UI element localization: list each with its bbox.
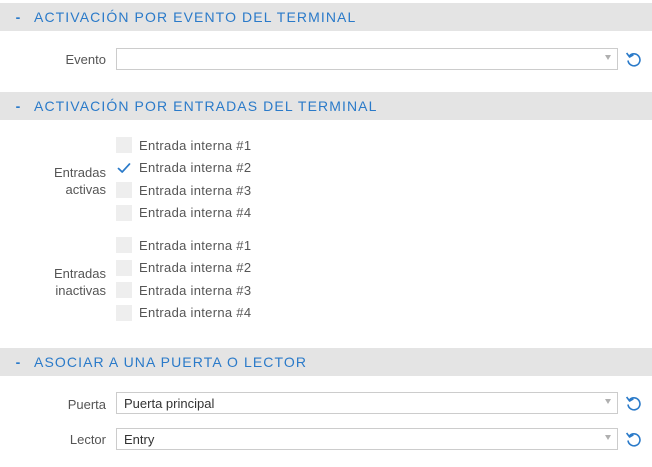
collapse-toggle[interactable]: - xyxy=(12,98,24,114)
checkbox-row[interactable]: Entrada interna #1 xyxy=(116,136,251,154)
evento-label: Evento xyxy=(65,52,106,67)
label-line: inactivas xyxy=(55,283,106,298)
reset-puerta-button[interactable] xyxy=(625,394,643,412)
checkbox-row[interactable]: Entrada interna #4 xyxy=(116,304,251,322)
collapse-toggle[interactable]: - xyxy=(12,354,24,370)
puerta-label: Puerta xyxy=(67,397,106,412)
checkbox-label: Entrada interna #3 xyxy=(139,282,252,298)
checkbox-label: Entrada interna #3 xyxy=(139,182,252,198)
checkbox[interactable] xyxy=(116,204,132,221)
label-line: Entradas xyxy=(53,165,106,180)
collapse-toggle[interactable]: - xyxy=(12,9,24,25)
undo-arrow-icon xyxy=(625,52,641,67)
chevron-down-icon xyxy=(605,399,611,404)
check-icon xyxy=(117,162,131,173)
chevron-down-icon xyxy=(605,435,611,440)
checkbox-label: Entrada interna #1 xyxy=(139,237,252,253)
checkbox-row[interactable]: Entrada interna #2 xyxy=(116,159,251,177)
checkbox-row[interactable]: Entrada interna #4 xyxy=(116,204,251,222)
checkbox-label: Entrada interna #2 xyxy=(139,160,252,175)
checkbox-row[interactable]: Entrada interna #3 xyxy=(116,181,251,199)
label-line: activas xyxy=(65,182,106,197)
label-line: Entradas xyxy=(53,266,106,281)
section-header-door[interactable]: - ASOCIAR A UNA PUERTA O LECTOR xyxy=(0,348,652,376)
section-title: ACTIVACIÓN POR ENTRADAS DEL TERMINAL xyxy=(34,98,378,114)
checkbox-label: Entrada interna #4 xyxy=(139,305,252,320)
section-title: ASOCIAR A UNA PUERTA O LECTOR xyxy=(34,354,308,370)
checkbox-row[interactable]: Entrada interna #3 xyxy=(116,281,251,299)
lector-value: Entry xyxy=(124,432,155,447)
checkbox-label: Entrada interna #4 xyxy=(139,205,252,220)
evento-select[interactable] xyxy=(116,48,618,70)
reset-evento-button[interactable] xyxy=(625,50,643,68)
chevron-down-icon xyxy=(605,55,611,60)
reset-lector-button[interactable] xyxy=(625,430,643,448)
checkbox-row[interactable]: Entrada interna #1 xyxy=(116,236,251,254)
section-header-inputs[interactable]: - ACTIVACIÓN POR ENTRADAS DEL TERMINAL xyxy=(0,92,652,120)
checkbox[interactable] xyxy=(116,237,132,253)
puerta-value: Puerta principal xyxy=(124,396,215,411)
checkbox[interactable] xyxy=(116,182,132,198)
undo-arrow-icon xyxy=(625,432,641,447)
puerta-select[interactable]: Puerta principal xyxy=(116,392,618,414)
checkbox[interactable] xyxy=(116,137,132,153)
active-inputs-label: Entradas activas xyxy=(54,164,106,198)
inactive-inputs-label: Entradas inactivas xyxy=(54,265,106,299)
checkbox[interactable] xyxy=(116,160,132,176)
checkbox[interactable] xyxy=(116,259,132,276)
section-title: ACTIVACIÓN POR EVENTO DEL TERMINAL xyxy=(34,9,357,25)
checkbox[interactable] xyxy=(116,304,132,321)
lector-label: Lector xyxy=(69,432,106,447)
checkbox[interactable] xyxy=(116,282,132,298)
undo-arrow-icon xyxy=(625,396,641,411)
checkbox-row[interactable]: Entrada interna #2 xyxy=(116,259,251,277)
section-header-event[interactable]: - ACTIVACIÓN POR EVENTO DEL TERMINAL xyxy=(0,3,652,31)
checkbox-label: Entrada interna #2 xyxy=(139,260,252,275)
checkbox-label: Entrada interna #1 xyxy=(139,137,252,153)
lector-select[interactable]: Entry xyxy=(116,428,618,450)
